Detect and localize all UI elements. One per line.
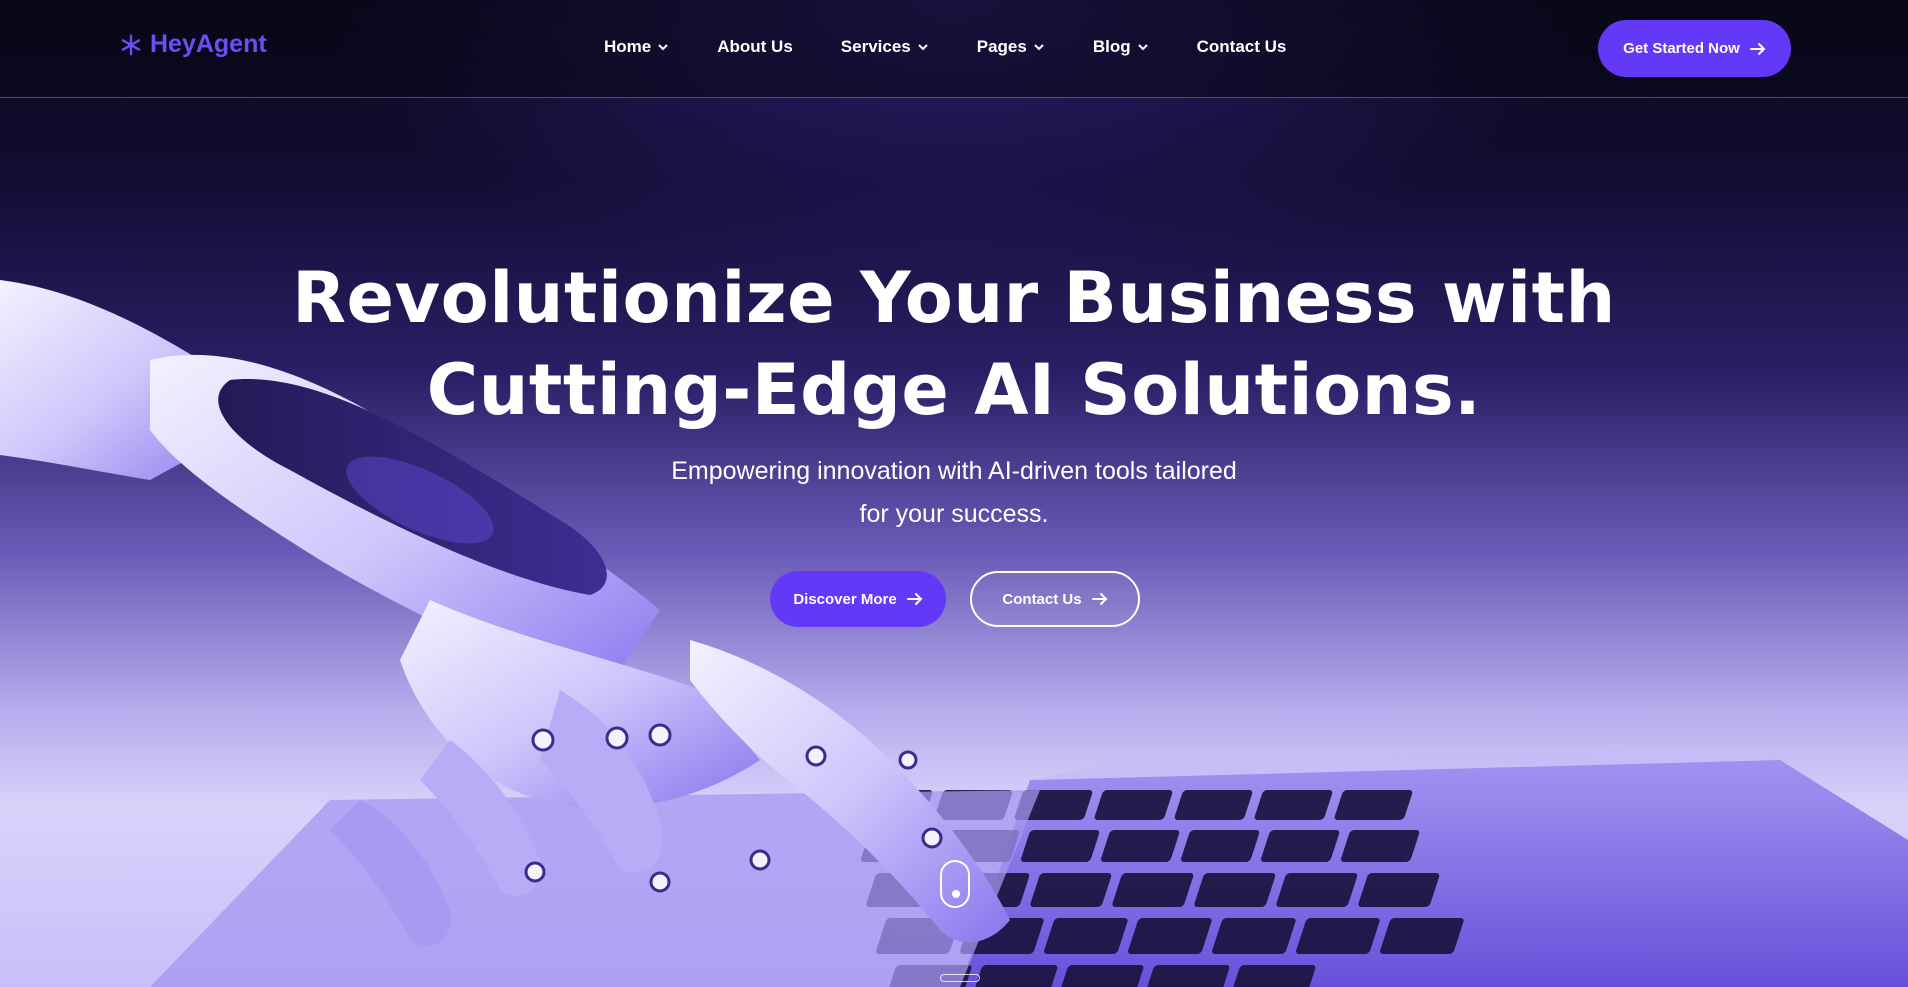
arrow-right-icon [1749,42,1766,55]
hero-headline: Revolutionize Your Business with Cutting… [254,252,1654,436]
nav-item-pages[interactable]: Pages [977,37,1045,57]
nav-item-label: About Us [717,37,793,56]
get-started-button[interactable]: Get Started Now [1598,20,1791,77]
hero-headline-line-2: Cutting-Edge AI Solutions. [426,349,1482,431]
nav-item-label: Home [604,37,652,56]
nav-item-contact-us[interactable]: Contact Us [1197,37,1287,57]
hero-subtitle: Empowering innovation with AI-driven too… [604,450,1304,536]
nav-item-blog[interactable]: Blog [1093,37,1149,57]
site-header: HeyAgent Home About Us Services Pages Bl… [0,0,1908,98]
nav-item-home[interactable]: Home [604,37,669,57]
contact-us-label: Contact Us [1002,590,1082,608]
arrow-right-icon [906,593,923,605]
contact-us-button[interactable]: Contact Us [970,571,1140,627]
main-nav: Home About Us Services Pages Blog Contac… [604,37,1286,57]
chevron-down-icon [918,44,928,51]
chevron-down-icon [1034,44,1044,51]
nav-item-label: Services [840,37,911,56]
discover-more-label: Discover More [793,590,897,608]
hero-subtitle-line-2: for your success. [859,500,1049,528]
get-started-label: Get Started Now [1623,40,1740,57]
hero-section: HeyAgent Home About Us Services Pages Bl… [0,0,1908,987]
scroll-dot-icon [952,890,960,898]
hero-headline-line-1: Revolutionize Your Business with [292,257,1616,339]
bottom-handle [940,974,980,982]
asterisk-icon [121,34,141,55]
hero-subtitle-line-1: Empowering innovation with AI-driven too… [671,457,1237,485]
scroll-down-indicator[interactable] [940,860,970,908]
brand-name: HeyAgent [150,30,267,58]
discover-more-button[interactable]: Discover More [770,571,946,627]
nav-item-label: Pages [976,37,1027,56]
nav-item-label: Contact Us [1196,37,1287,56]
nav-item-label: Blog [1092,37,1131,56]
chevron-down-icon [1137,44,1148,51]
arrow-right-icon [1091,593,1108,605]
nav-item-services[interactable]: Services [841,37,929,57]
brand-logo[interactable]: HeyAgent [120,30,267,59]
nav-item-about-us[interactable]: About Us [717,37,793,57]
chevron-down-icon [658,44,668,51]
